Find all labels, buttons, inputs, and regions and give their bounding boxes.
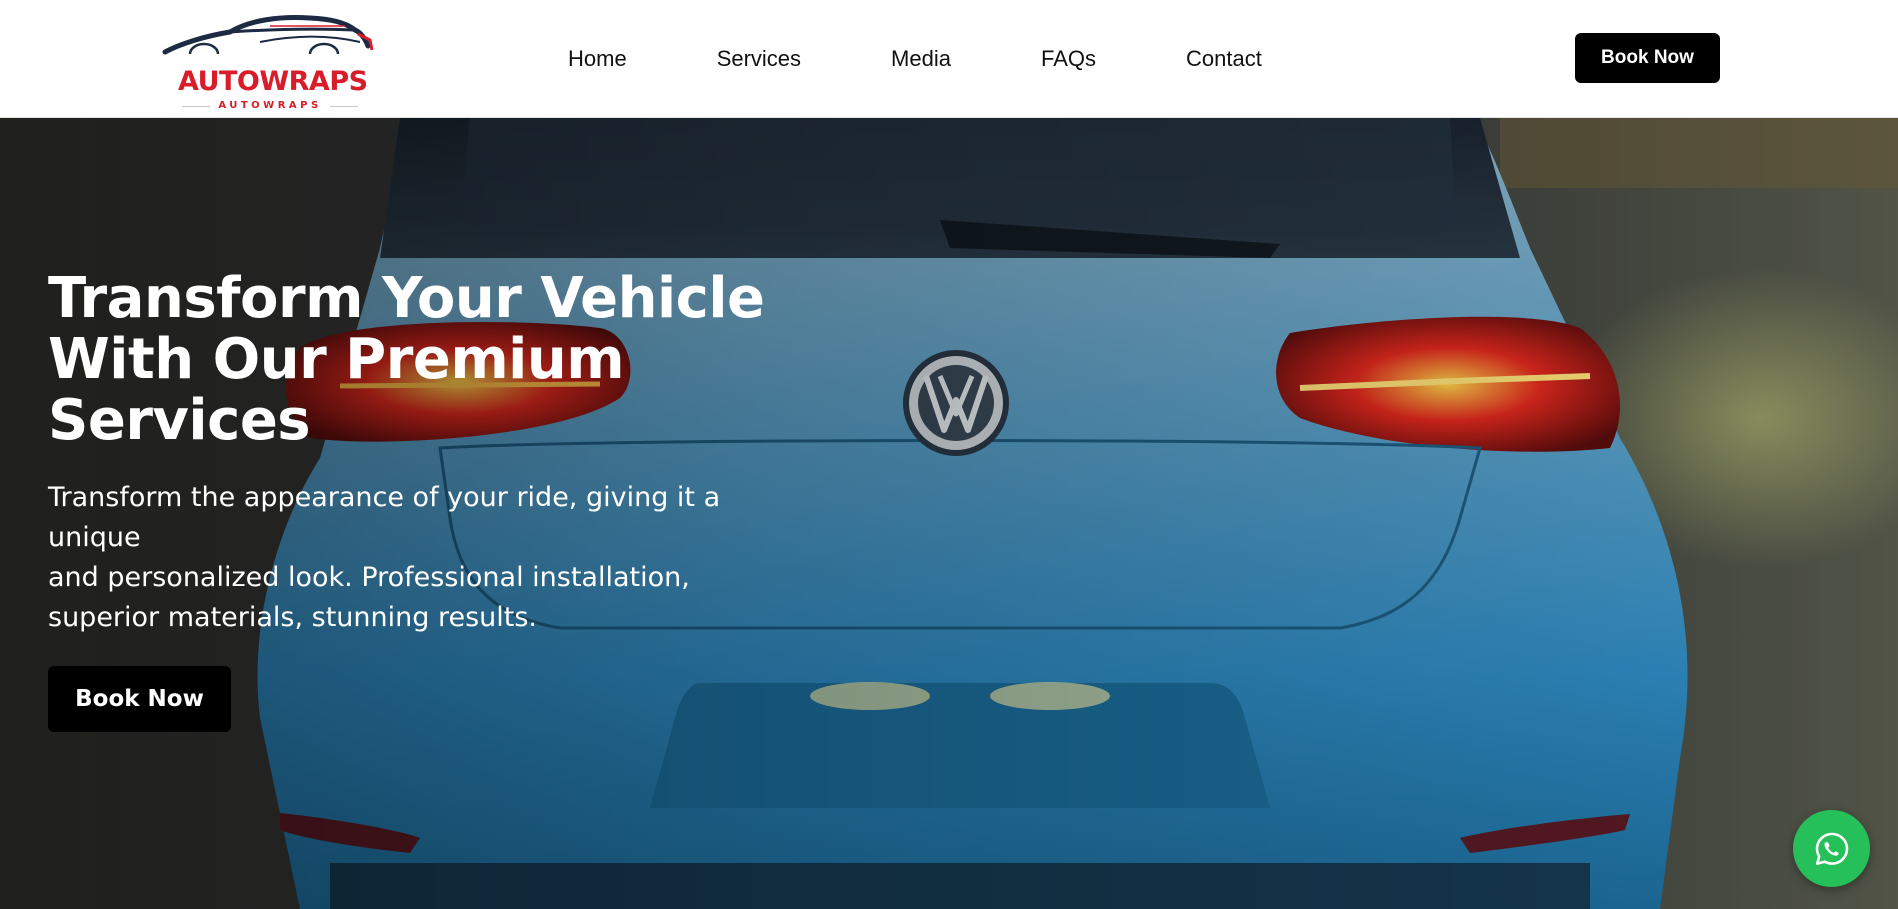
nav-link-faqs[interactable]: FAQs xyxy=(1041,41,1096,77)
hero-title: Transform Your Vehicle With Our Premium … xyxy=(48,268,768,451)
hero-title-line: Services xyxy=(48,388,311,453)
logo-wordmark: AUTOWRAPS xyxy=(178,66,368,97)
hero-title-line: With Our Premium xyxy=(48,327,625,392)
car-silhouette-logo-icon xyxy=(162,15,374,55)
hero-section: Transform Your Vehicle With Our Premium … xyxy=(0,118,1898,909)
nav-link-services[interactable]: Services xyxy=(717,41,801,77)
main-nav: Home Services Media FAQs Contact xyxy=(568,41,1262,77)
hero-book-now-button[interactable]: Book Now xyxy=(48,666,231,732)
nav-link-media[interactable]: Media xyxy=(891,41,951,77)
hero-description-line: Transform the appearance of your ride, g… xyxy=(48,482,721,553)
site-header: AUTOWRAPS AUTOWRAPS Home Services Media … xyxy=(0,0,1898,118)
nav-link-home[interactable]: Home xyxy=(568,41,627,77)
logo-divider xyxy=(330,106,358,107)
hero-description: Transform the appearance of your ride, g… xyxy=(48,478,768,638)
site-logo[interactable]: AUTOWRAPS AUTOWRAPS xyxy=(160,12,380,111)
whatsapp-icon xyxy=(1815,832,1848,865)
header-book-now-button[interactable]: Book Now xyxy=(1575,33,1720,83)
nav-link-contact[interactable]: Contact xyxy=(1186,41,1262,77)
hero-description-line: superior materials, stunning results. xyxy=(48,602,538,633)
hero-title-line: Transform Your Vehicle xyxy=(48,266,765,331)
whatsapp-button[interactable] xyxy=(1793,810,1870,887)
hero-description-line: and personalized look. Professional inst… xyxy=(48,562,690,593)
